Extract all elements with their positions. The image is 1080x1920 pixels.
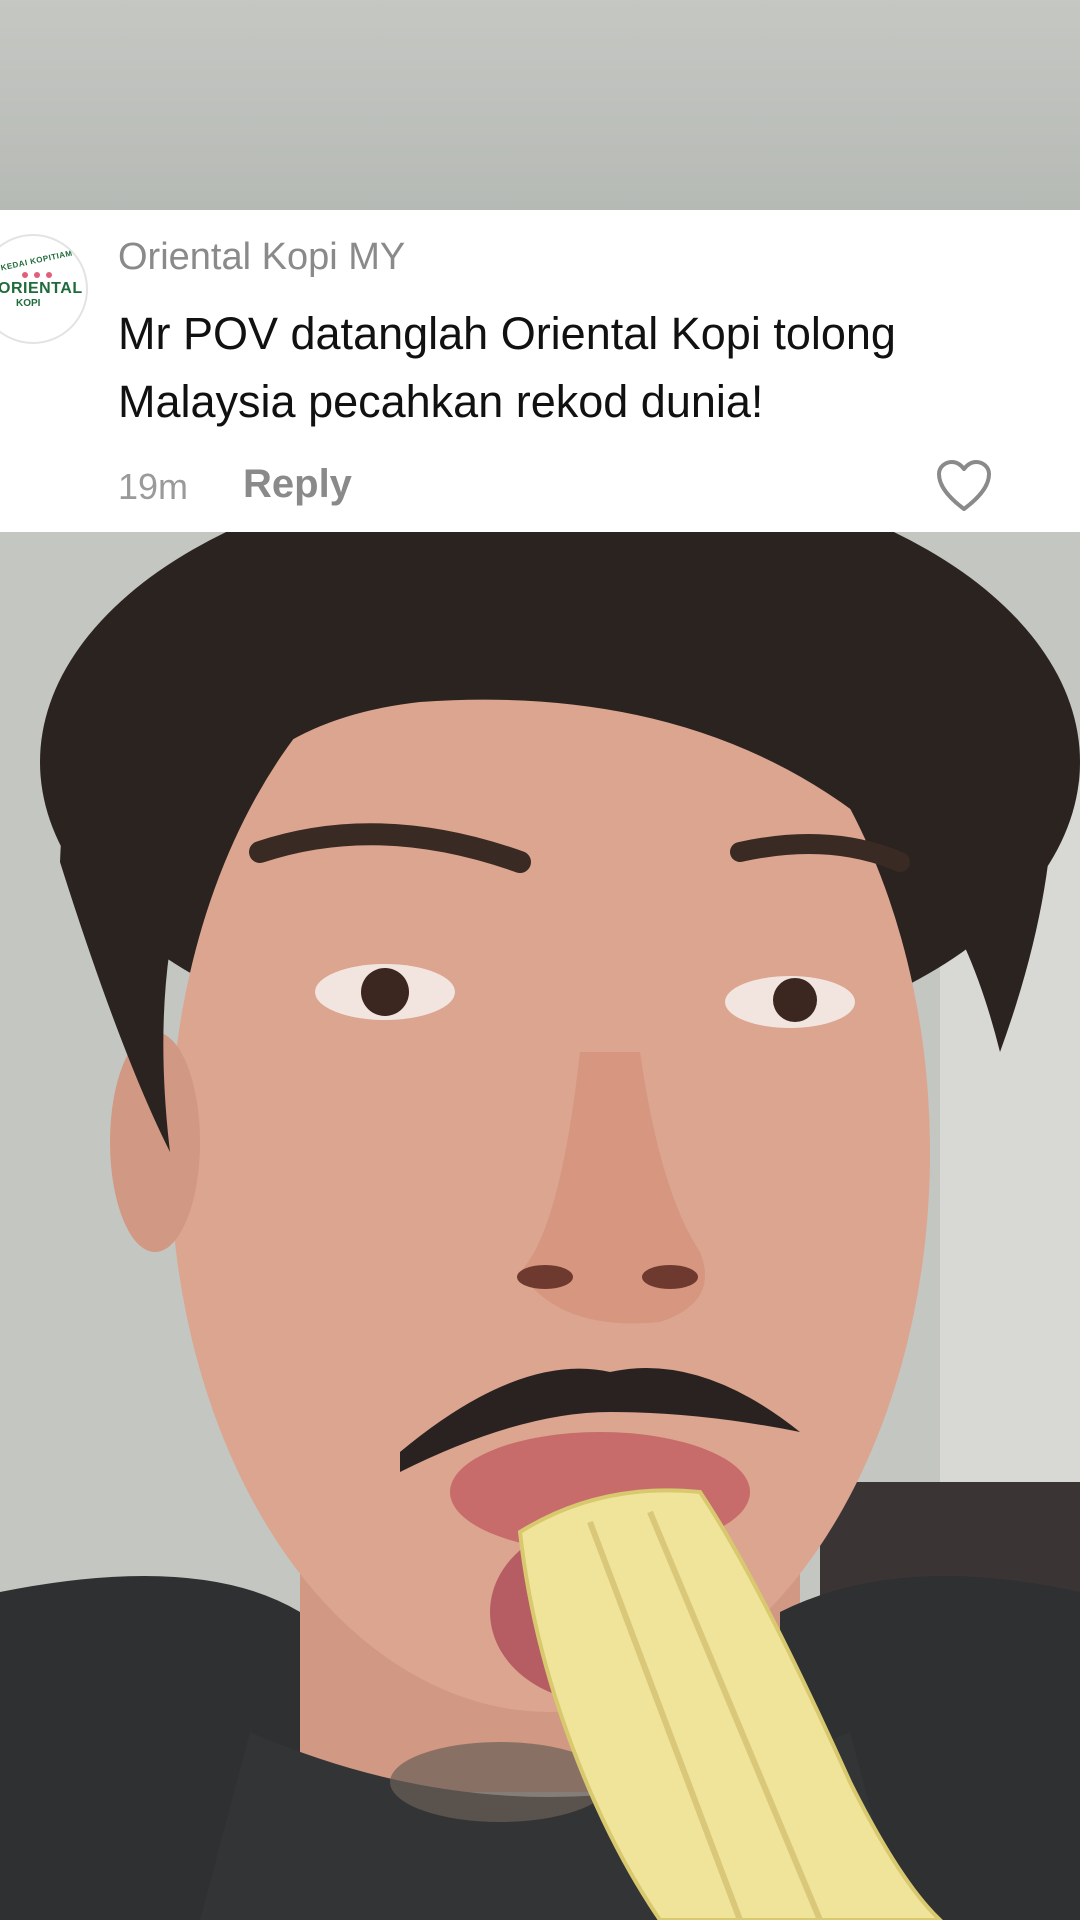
- pupil-right: [773, 978, 817, 1022]
- commenter-avatar[interactable]: KEDAI KOPITIAM ORIENTAL KOPI: [0, 234, 88, 344]
- comment-text: Mr POV datanglah Oriental Kopi tolong Ma…: [118, 308, 896, 427]
- avatar-sub-text: KOPI: [16, 298, 41, 309]
- comment-card: KEDAI KOPITIAM ORIENTAL KOPI Oriental Ko…: [0, 210, 1080, 532]
- nostril-left: [517, 1265, 573, 1289]
- avatar-flower-icon: [22, 272, 52, 278]
- heart-outline-icon[interactable]: [936, 459, 992, 513]
- nostril-right: [642, 1265, 698, 1289]
- pupil-left: [361, 968, 409, 1016]
- comment-timestamp: 19m: [118, 466, 189, 507]
- commenter-name[interactable]: Oriental Kopi MY: [118, 236, 405, 279]
- video-frame[interactable]: [0, 532, 1080, 1920]
- video-top-backdrop: [0, 0, 1080, 210]
- reply-button[interactable]: Reply: [243, 462, 352, 507]
- avatar-brand-text: ORIENTAL: [0, 280, 83, 297]
- video-illustration: [0, 532, 1080, 1920]
- avatar-arc-text: KEDAI KOPITIAM: [0, 248, 74, 273]
